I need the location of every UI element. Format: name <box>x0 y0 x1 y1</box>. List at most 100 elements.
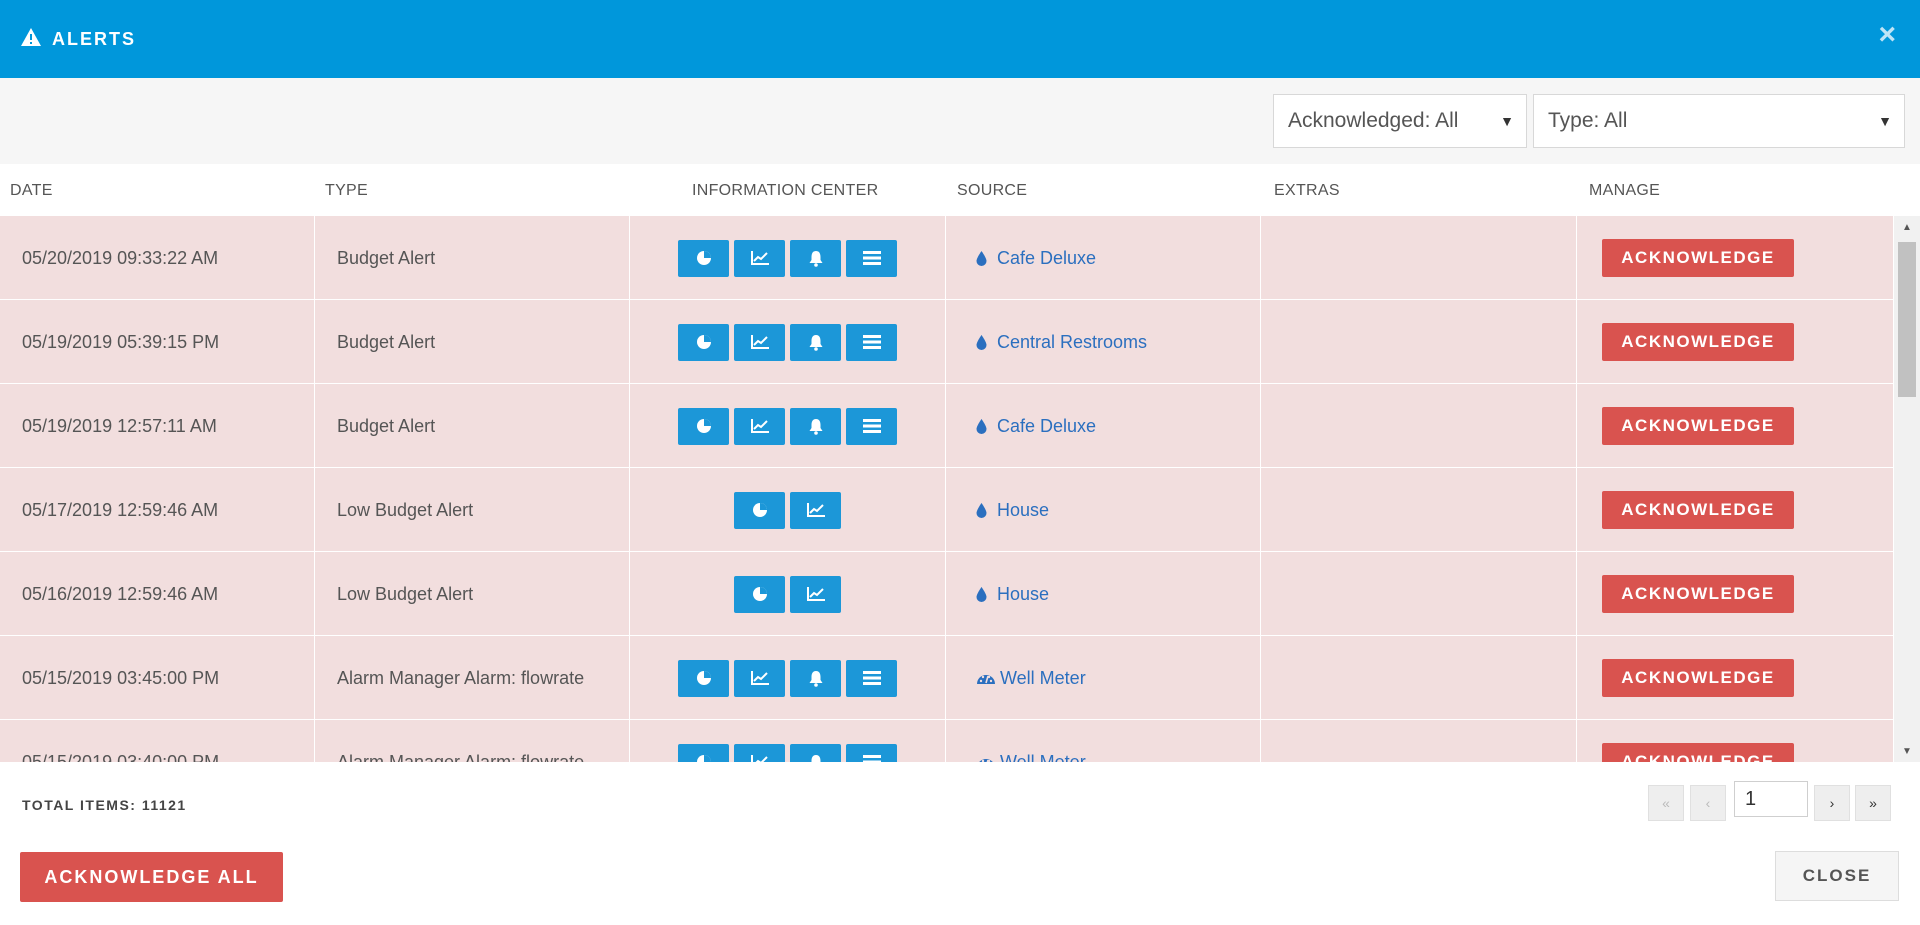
acknowledge-button[interactable]: ACKNOWLEDGE <box>1602 239 1794 277</box>
extras-cell <box>1261 552 1577 636</box>
date-cell: 05/17/2019 12:59:46 AM <box>0 468 315 552</box>
vertical-scrollbar[interactable]: ▲ ▼ <box>1894 216 1920 762</box>
pie-chart-icon <box>696 670 712 686</box>
source-link[interactable]: Cafe Deluxe <box>976 248 1096 269</box>
line-chart-button[interactable] <box>790 491 841 529</box>
pie-chart-button[interactable] <box>734 491 785 529</box>
pie-chart-button[interactable] <box>734 575 785 613</box>
pie-chart-button[interactable] <box>678 659 729 697</box>
acknowledge-button[interactable]: ACKNOWLEDGE <box>1602 575 1794 613</box>
water-drop-icon <box>976 334 987 350</box>
extras-cell <box>1261 384 1577 468</box>
manage-cell: ACKNOWLEDGE <box>1577 300 1894 384</box>
manage-cell: ACKNOWLEDGE <box>1577 720 1894 762</box>
source-link[interactable]: House <box>976 500 1049 521</box>
alert-type: Budget Alert <box>337 415 436 436</box>
source-link[interactable]: Well Meter <box>976 752 1086 762</box>
list-icon <box>862 755 881 762</box>
caret-down-icon: ▼ <box>1500 113 1514 129</box>
scroll-up-arrow-icon[interactable]: ▲ <box>1894 218 1920 236</box>
pie-chart-button[interactable] <box>678 239 729 277</box>
acknowledge-button[interactable]: ACKNOWLEDGE <box>1602 743 1794 762</box>
type-filter-select[interactable]: Type: All ▼ <box>1533 94 1905 148</box>
source-name: Cafe Deluxe <box>997 415 1097 436</box>
pie-chart-icon <box>696 754 712 762</box>
line-chart-button[interactable] <box>734 239 785 277</box>
bell-button[interactable] <box>790 239 841 277</box>
list-button[interactable] <box>846 323 897 361</box>
bell-button[interactable] <box>790 659 841 697</box>
pie-chart-button[interactable] <box>678 323 729 361</box>
pie-chart-button[interactable] <box>678 743 729 762</box>
close-button[interactable]: CLOSE <box>1775 851 1899 901</box>
line-chart-icon <box>750 418 770 434</box>
prev-page-button[interactable]: ‹ <box>1690 785 1726 821</box>
type-cell: Alarm Manager Alarm: flowrate <box>315 720 630 762</box>
type-cell: Budget Alert <box>315 216 630 300</box>
acknowledge-button[interactable]: ACKNOWLEDGE <box>1602 407 1794 445</box>
bell-button[interactable] <box>790 407 841 445</box>
acknowledge-button[interactable]: ACKNOWLEDGE <box>1602 323 1794 361</box>
source-cell: House <box>946 468 1261 552</box>
page-number-input[interactable] <box>1734 781 1808 817</box>
first-page-button[interactable]: « <box>1648 785 1684 821</box>
column-header-source[interactable]: SOURCE <box>957 182 1027 200</box>
scroll-down-arrow-icon[interactable]: ▼ <box>1894 742 1920 760</box>
pie-chart-icon <box>696 334 712 350</box>
source-link[interactable]: House <box>976 584 1049 605</box>
list-button[interactable] <box>846 239 897 277</box>
line-chart-button[interactable] <box>734 323 785 361</box>
line-chart-icon <box>750 754 770 762</box>
alert-date: 05/17/2019 12:59:46 AM <box>22 499 219 520</box>
list-button[interactable] <box>846 659 897 697</box>
line-chart-button[interactable] <box>734 743 785 762</box>
scrollbar-thumb[interactable] <box>1898 242 1916 397</box>
bell-button[interactable] <box>790 323 841 361</box>
last-page-button[interactable]: » <box>1855 785 1891 821</box>
source-name: House <box>997 499 1050 520</box>
bell-button[interactable] <box>790 743 841 762</box>
next-page-button[interactable]: › <box>1814 785 1850 821</box>
alert-type: Budget Alert <box>337 331 436 352</box>
table-row: 05/15/2019 03:45:00 PM Alarm Manager Alar… <box>0 636 1894 720</box>
source-link[interactable]: Central Restrooms <box>976 332 1147 353</box>
acknowledge-button[interactable]: ACKNOWLEDGE <box>1602 491 1794 529</box>
type-cell: Alarm Manager Alarm: flowrate <box>315 636 630 720</box>
alerts-table-body[interactable]: 05/20/2019 09:33:22 AM Budget Alert Cafe D… <box>0 216 1894 762</box>
pie-chart-icon <box>696 250 712 266</box>
acknowledged-filter-select[interactable]: Acknowledged: All ▼ <box>1273 94 1527 148</box>
column-header-date[interactable]: DATE <box>10 182 53 200</box>
close-icon[interactable]: × <box>1878 20 1896 50</box>
column-header-information-center: INFORMATION CENTER <box>692 182 879 199</box>
dialog-title-text: ALERTS <box>52 28 136 49</box>
list-icon <box>862 335 881 349</box>
extras-cell <box>1261 468 1577 552</box>
line-chart-button[interactable] <box>734 407 785 445</box>
source-link[interactable]: Cafe Deluxe <box>976 416 1096 437</box>
extras-cell <box>1261 720 1577 762</box>
source-name: House <box>997 583 1050 604</box>
acknowledge-button[interactable]: ACKNOWLEDGE <box>1602 659 1794 697</box>
line-chart-button[interactable] <box>734 659 785 697</box>
source-link[interactable]: Well Meter <box>976 668 1086 689</box>
caret-down-icon: ▼ <box>1878 113 1892 129</box>
line-chart-button[interactable] <box>790 575 841 613</box>
type-filter-value: Type: All <box>1548 109 1628 132</box>
source-cell: Well Meter <box>946 720 1261 762</box>
information-center-cell <box>630 468 946 552</box>
pie-chart-button[interactable] <box>678 407 729 445</box>
list-button[interactable] <box>846 743 897 762</box>
acknowledge-all-button[interactable]: ACKNOWLEDGE ALL <box>20 852 283 902</box>
bell-icon <box>808 670 824 687</box>
line-chart-icon <box>750 250 770 266</box>
manage-cell: ACKNOWLEDGE <box>1577 552 1894 636</box>
dialog-header: ALERTS × <box>0 0 1920 78</box>
information-center-cell <box>630 300 946 384</box>
water-drop-icon <box>976 502 987 518</box>
table-row: 05/19/2019 12:57:11 AM Budget Alert Cafe D… <box>0 384 1894 468</box>
list-button[interactable] <box>846 407 897 445</box>
alert-date: 05/19/2019 12:57:11 AM <box>22 415 217 436</box>
column-header-type[interactable]: TYPE <box>325 182 368 200</box>
line-chart-icon <box>750 334 770 350</box>
information-center-cell <box>630 720 946 762</box>
